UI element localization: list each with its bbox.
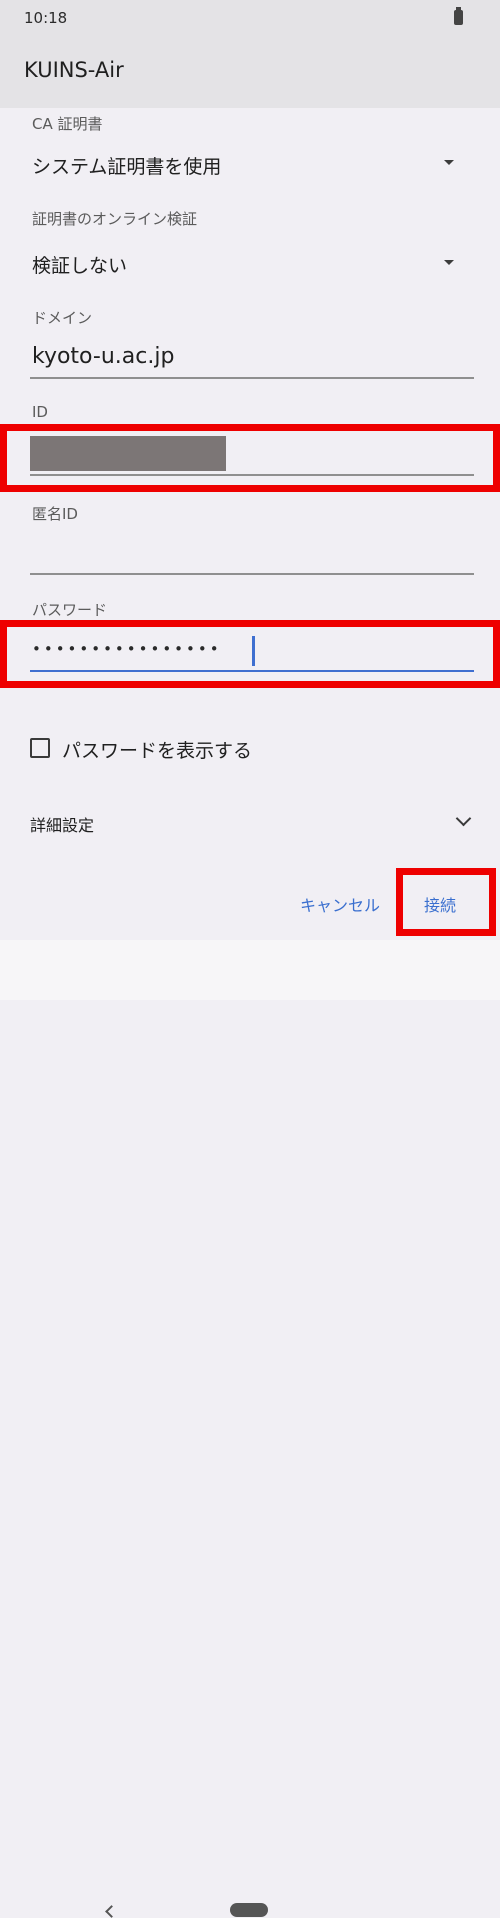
domain-underline	[30, 377, 474, 379]
dropdown-arrow-icon	[444, 260, 454, 265]
advanced-settings-label[interactable]: 詳細設定	[30, 812, 94, 836]
home-icon[interactable]	[230, 1903, 268, 1917]
domain-input[interactable]: kyoto-u.ac.jp	[32, 344, 174, 369]
password-label: パスワード	[32, 601, 108, 619]
anonymous-id-underline	[30, 573, 474, 575]
connect-highlight-box	[396, 868, 496, 936]
dialog-header: KUINS-Air	[0, 36, 500, 108]
battery-icon	[454, 7, 463, 25]
status-bar: 10:18	[0, 0, 500, 36]
back-icon[interactable]	[105, 1905, 118, 1918]
online-verify-label: 証明書のオンライン検証	[32, 210, 198, 228]
id-highlight-box	[0, 424, 500, 492]
checkbox-icon[interactable]	[30, 738, 50, 758]
anonymous-id-label: 匿名ID	[32, 505, 78, 523]
domain-label: ドメイン	[32, 309, 93, 327]
id-label: ID	[32, 403, 48, 421]
anonymous-id-input[interactable]	[30, 535, 474, 571]
chevron-down-icon[interactable]	[455, 810, 472, 827]
show-password-label[interactable]: パスワードを表示する	[62, 736, 252, 763]
dialog-title: KUINS-Air	[24, 58, 124, 82]
cancel-button[interactable]: キャンセル	[300, 892, 380, 916]
ca-cert-label: CA 証明書	[32, 115, 103, 133]
dropdown-arrow-icon	[444, 160, 454, 165]
password-highlight-box	[0, 620, 500, 688]
online-verify-value: 検証しない	[32, 255, 128, 277]
status-time: 10:18	[24, 9, 68, 27]
ca-cert-value: システム証明書を使用	[32, 156, 222, 178]
